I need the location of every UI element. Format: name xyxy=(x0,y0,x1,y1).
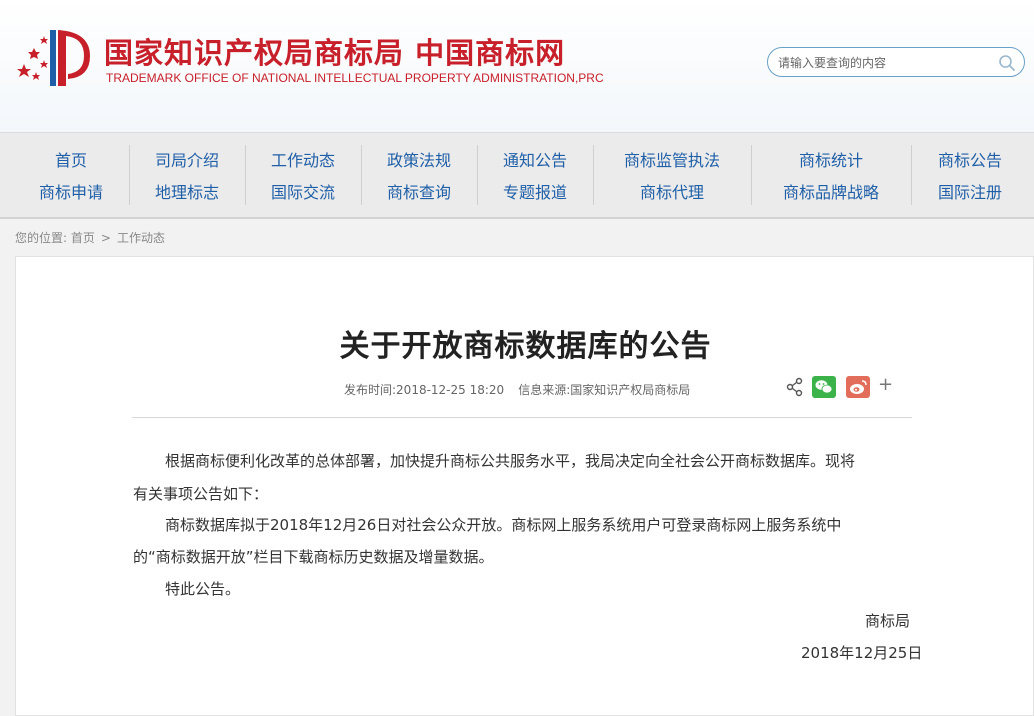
nav-item-brand-strategy[interactable]: 商标品牌战略 xyxy=(751,179,911,203)
nav-column: 商标监管执法 商标代理 xyxy=(593,133,751,217)
nav-column: 商标统计 商标品牌战略 xyxy=(751,133,911,217)
nav-item-enforcement[interactable]: 商标监管执法 xyxy=(593,147,751,171)
search-box xyxy=(767,47,1025,77)
nav-item-trademark-application[interactable]: 商标申请 xyxy=(13,179,129,203)
article-paragraph: 有关事项公告如下： xyxy=(133,485,269,503)
article-divider xyxy=(132,417,912,418)
article-title: 关于开放商标数据库的公告 xyxy=(339,329,712,364)
article-panel: 关于开放商标数据库的公告 发布时间:2018-12-25 18:20 信息来源:国… xyxy=(15,256,1034,716)
breadcrumb-work-news-link[interactable]: 工作动态 xyxy=(117,231,165,245)
article-date: 2018年12月25日 xyxy=(801,644,923,662)
site-subtitle: TRADEMARK OFFICE OF NATIONAL INTELLECTUA… xyxy=(106,71,604,85)
breadcrumb: 您的位置: 首页 > 工作动态 xyxy=(15,229,165,246)
nav-item-special-reports[interactable]: 专题报道 xyxy=(477,179,593,203)
search-icon[interactable] xyxy=(998,54,1016,72)
nav-item-statistics[interactable]: 商标统计 xyxy=(751,147,911,171)
article-meta: 发布时间:2018-12-25 18:20 信息来源:国家知识产权局商标局 xyxy=(344,381,690,398)
nav-column: 商标公告 国际注册 xyxy=(911,133,1029,217)
breadcrumb-separator: > xyxy=(100,231,111,245)
source-value: 国家知识产权局商标局 xyxy=(570,383,691,397)
main-nav: 首页 商标申请 司局介绍 地理标志 工作动态 国际交流 政策法规 商标查询 通知… xyxy=(0,132,1034,219)
article-signature: 商标局 xyxy=(865,612,911,630)
search-input[interactable] xyxy=(778,54,988,71)
article-paragraph: 特此公告。 xyxy=(165,580,241,598)
nav-item-notices[interactable]: 通知公告 xyxy=(477,147,593,171)
share-icon[interactable] xyxy=(786,376,804,398)
nav-item-trademark-gazette[interactable]: 商标公告 xyxy=(911,147,1029,171)
plus-icon[interactable]: + xyxy=(878,374,893,395)
nav-item-international-exchange[interactable]: 国际交流 xyxy=(245,179,361,203)
source-label: 信息来源: xyxy=(518,383,571,397)
nav-column: 政策法规 商标查询 xyxy=(361,133,477,217)
nav-column: 司局介绍 地理标志 xyxy=(129,133,245,217)
site-header: 国家知识产权局商标局 中国商标网 TRADEMARK OFFICE OF NAT… xyxy=(0,0,1034,132)
nav-item-home[interactable]: 首页 xyxy=(13,147,129,171)
nav-item-work-news[interactable]: 工作动态 xyxy=(245,147,361,171)
site-title: 国家知识产权局商标局 中国商标网 xyxy=(104,36,566,70)
article-paragraph: 商标数据库拟于2018年12月26日对社会公众开放。商标网上服务系统用户可登录商… xyxy=(165,516,842,534)
nav-column: 通知公告 专题报道 xyxy=(477,133,593,217)
breadcrumb-home-link[interactable]: 首页 xyxy=(71,231,95,245)
article-paragraph: 根据商标便利化改革的总体部署，加快提升商标公共服务水平，我局决定向全社会公开商标… xyxy=(165,452,856,470)
nav-column: 工作动态 国际交流 xyxy=(245,133,361,217)
nav-item-bureau-intro[interactable]: 司局介绍 xyxy=(129,147,245,171)
publish-time: 2018-12-25 18:20 xyxy=(396,383,505,397)
breadcrumb-label: 您的位置: xyxy=(15,231,68,245)
nav-column: 首页 商标申请 xyxy=(13,133,129,217)
trademark-office-logo xyxy=(17,30,90,86)
nav-item-geographical-indications[interactable]: 地理标志 xyxy=(129,179,245,203)
publish-time-label: 发布时间: xyxy=(344,383,397,397)
nav-item-trademark-agency[interactable]: 商标代理 xyxy=(593,179,751,203)
nav-item-trademark-search[interactable]: 商标查询 xyxy=(361,179,477,203)
weibo-icon[interactable] xyxy=(846,376,870,398)
nav-item-international-registration[interactable]: 国际注册 xyxy=(911,179,1029,203)
nav-item-policies[interactable]: 政策法规 xyxy=(361,147,477,171)
article-paragraph: 的“商标数据开放”栏目下载商标历史数据及增量数据。 xyxy=(133,548,494,566)
wechat-icon[interactable] xyxy=(812,376,836,398)
